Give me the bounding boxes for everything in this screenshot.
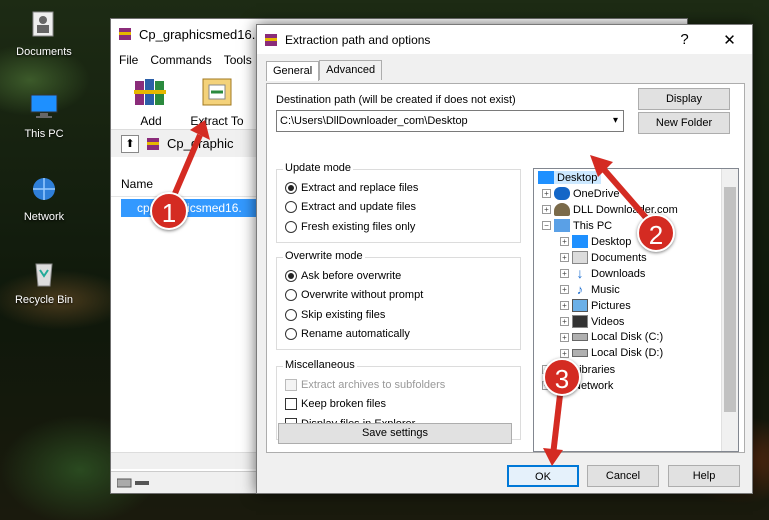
step-marker-3: 3 — [543, 358, 581, 396]
arrow-3-head — [543, 448, 563, 466]
step-marker-2: 2 — [637, 214, 675, 252]
arrow-3 — [550, 394, 563, 456]
step-marker-1: 1 — [150, 192, 188, 230]
annotation-arrows — [167, 120, 658, 466]
